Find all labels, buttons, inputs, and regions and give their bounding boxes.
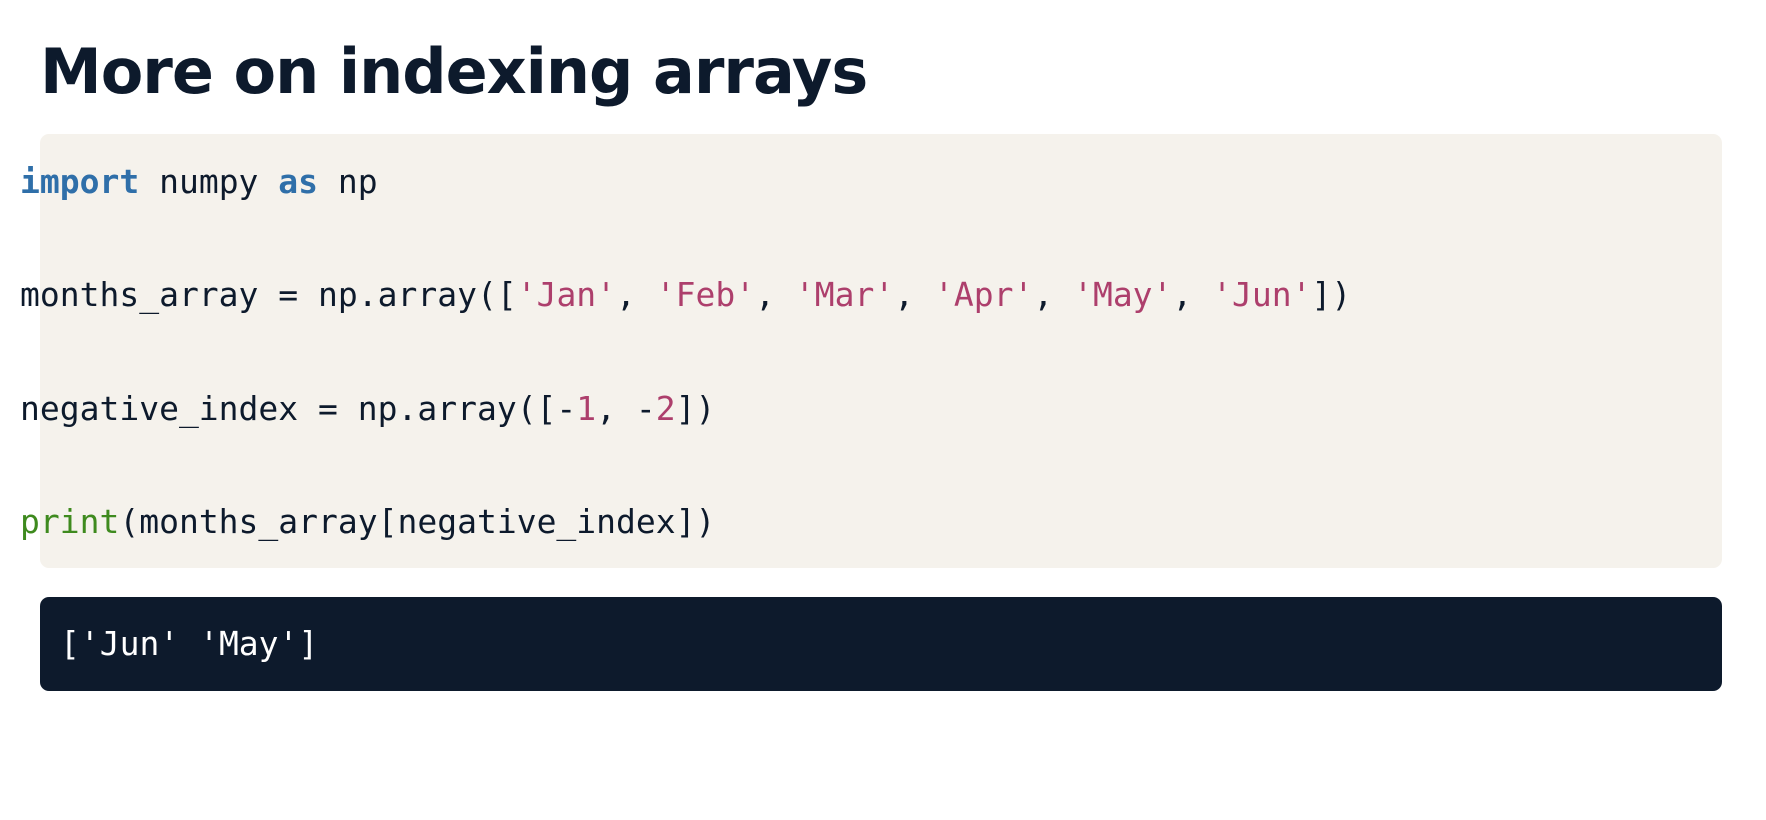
- code-text: negative_index = np.array([-: [20, 389, 577, 428]
- code-text: (months_array[negative_index]): [119, 502, 716, 541]
- string-literal: 'May': [1073, 275, 1173, 314]
- code-text: ,: [616, 275, 656, 314]
- keyword-import: import: [20, 162, 140, 201]
- output-block: ['Jun' 'May']: [40, 597, 1722, 691]
- code-line-months-array: months_array = np.array(['Jan', 'Feb', '…: [20, 267, 1351, 323]
- code-text: , -: [596, 389, 656, 428]
- string-literal: 'Feb': [655, 275, 756, 314]
- code-text: ]): [675, 389, 716, 428]
- code-line-import: import numpy as np: [20, 154, 378, 210]
- code-text: ,: [894, 275, 934, 314]
- string-literal: 'Apr': [933, 275, 1034, 314]
- page-title: More on indexing arrays: [40, 35, 868, 108]
- output-text: ['Jun' 'May']: [60, 624, 319, 663]
- number-literal: 1: [576, 389, 597, 428]
- code-line-print: print(months_array[negative_index]): [20, 494, 715, 550]
- string-literal: 'Mar': [794, 275, 895, 314]
- code-text: ]): [1311, 275, 1352, 314]
- number-literal: 2: [655, 389, 676, 428]
- string-literal: 'Jun': [1212, 275, 1312, 314]
- code-text: numpy: [139, 162, 279, 201]
- code-text: ,: [755, 275, 795, 314]
- keyword-as: as: [278, 162, 319, 201]
- code-text: ,: [1033, 275, 1074, 314]
- code-text: ,: [1172, 275, 1213, 314]
- code-text: np: [318, 162, 378, 201]
- builtin-print: print: [20, 502, 120, 541]
- code-line-negative-index: negative_index = np.array([-1, -2]): [20, 381, 715, 437]
- code-text: months_array = np.array([: [20, 275, 517, 314]
- string-literal: 'Jan': [516, 275, 617, 314]
